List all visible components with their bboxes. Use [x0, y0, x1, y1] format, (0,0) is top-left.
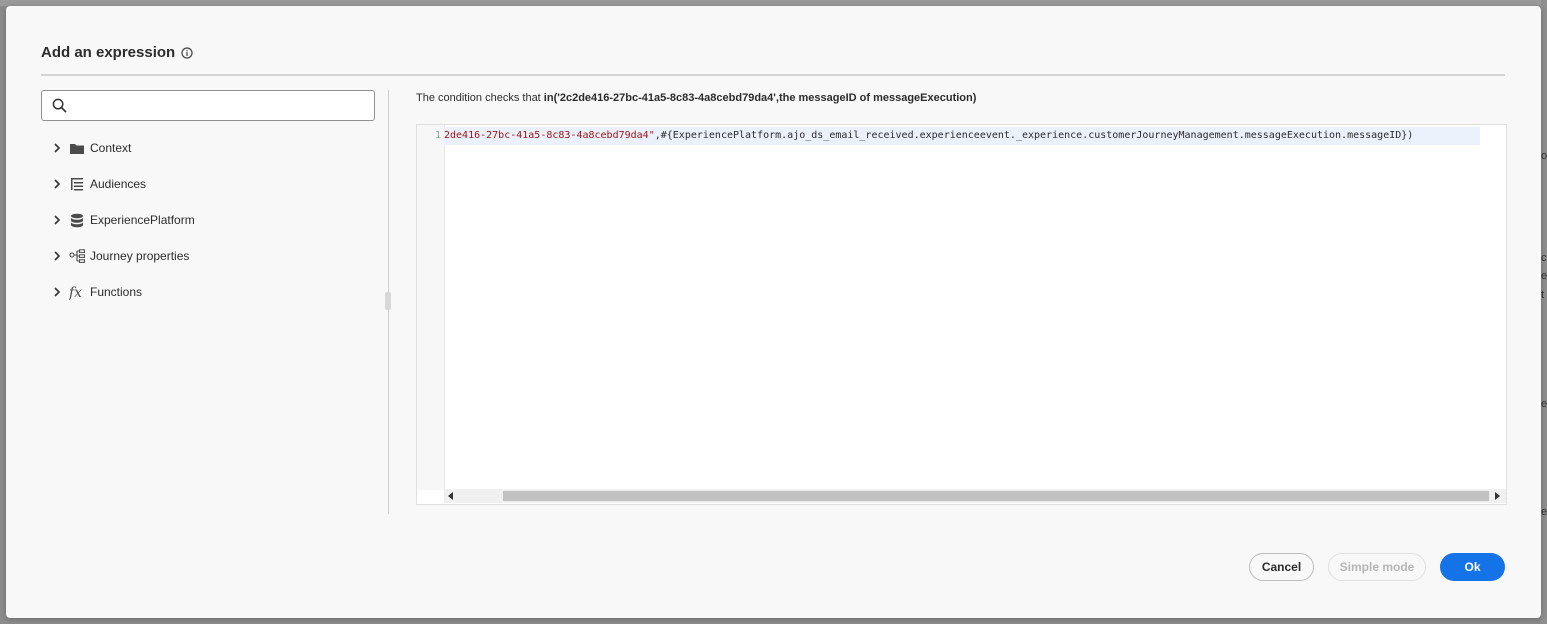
cancel-button[interactable]: Cancel [1249, 553, 1314, 581]
line-number: 1 [435, 130, 442, 141]
condition-prefix: The condition checks that [416, 92, 544, 104]
tree-item-label: Audiences [90, 177, 147, 191]
dialog-title: Add an expression [41, 44, 193, 61]
code-expression: ,#{ExperiencePlatform.ajo_ds_email_recei… [654, 130, 1414, 141]
field-tree: Context Audiences ExperiencePlatform Jou… [50, 130, 380, 310]
editor-gutter: 1 [417, 125, 445, 490]
tree-item-journey-properties[interactable]: Journey properties [50, 238, 380, 274]
dialog-title-text: Add an expression [41, 44, 176, 61]
tree-item-experienceplatform[interactable]: ExperiencePlatform [50, 202, 380, 238]
journey-properties-icon [68, 248, 86, 264]
function-fx-icon: fx [68, 284, 86, 300]
tree-item-label: Functions [90, 285, 143, 299]
tree-item-functions[interactable]: fx Functions [50, 274, 380, 310]
panel-resize-handle[interactable] [385, 292, 391, 310]
simple-mode-button[interactable]: Simple mode [1328, 553, 1426, 581]
search-input[interactable] [41, 90, 375, 121]
condition-summary: The condition checks that in('2c2de416-2… [416, 92, 976, 104]
tree-item-audiences[interactable]: Audiences [50, 166, 380, 202]
scrollbar-thumb[interactable] [503, 491, 1489, 501]
chevron-right-icon[interactable] [50, 285, 64, 299]
tree-item-context[interactable]: Context [50, 130, 380, 166]
background-text-fragment: c [1541, 252, 1547, 264]
background-text-fragment: e [1541, 506, 1547, 518]
tree-item-label: Journey properties [90, 249, 190, 263]
expression-editor[interactable]: 1 2de416-27bc-41a5-8c83-4a8cebd79da4",#{… [416, 124, 1507, 505]
background-text-fragment: o [1541, 150, 1547, 162]
folder-icon [68, 140, 86, 156]
svg-text:fx: fx [69, 285, 82, 300]
search-icon [52, 98, 67, 113]
background-text-fragment: e [1541, 398, 1547, 410]
background-right-panel [1541, 0, 1547, 624]
add-expression-dialog: Add an expression Context Audiences Expe… [6, 6, 1541, 618]
code-line[interactable]: 2de416-27bc-41a5-8c83-4a8cebd79da4",#{Ex… [444, 127, 1480, 145]
title-divider [41, 74, 1505, 76]
chevron-right-icon[interactable] [50, 213, 64, 227]
info-icon[interactable] [181, 46, 193, 59]
chevron-right-icon[interactable] [50, 177, 64, 191]
tree-item-label: ExperiencePlatform [90, 213, 195, 227]
background-text-fragment: t [1541, 289, 1545, 301]
condition-expression: in('2c2de416-27bc-41a5-8c83-4a8cebd79da4… [543, 92, 977, 104]
database-icon [68, 212, 86, 228]
background-text-fragment: e [1541, 270, 1547, 282]
ok-button[interactable]: Ok [1440, 553, 1505, 581]
tree-item-label: Context [90, 141, 132, 155]
scroll-left-arrow-icon[interactable] [444, 489, 458, 503]
audience-list-icon [68, 176, 86, 192]
code-string-literal: 2de416-27bc-41a5-8c83-4a8cebd79da4" [444, 130, 655, 141]
horizontal-scrollbar[interactable] [444, 489, 1506, 503]
scroll-right-arrow-icon[interactable] [1491, 489, 1505, 503]
chevron-right-icon[interactable] [50, 141, 64, 155]
chevron-right-icon[interactable] [50, 249, 64, 263]
